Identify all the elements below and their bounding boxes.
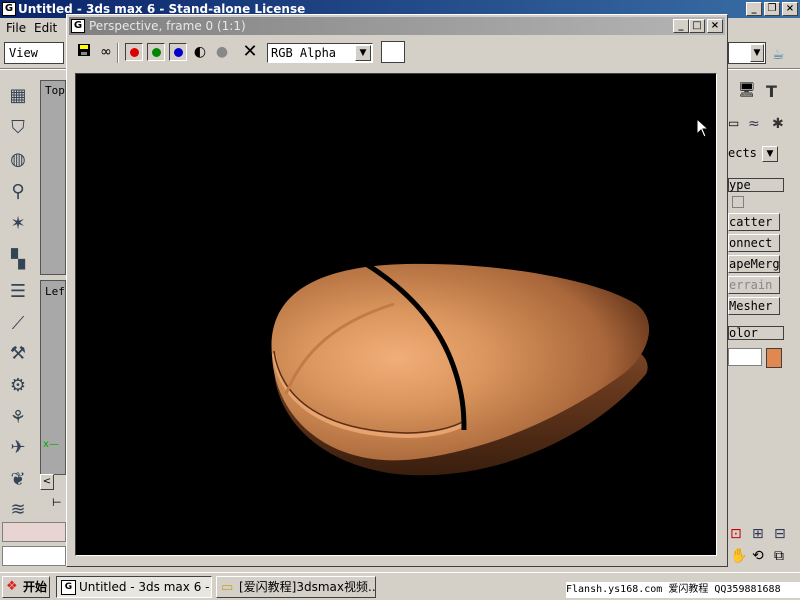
app-icon[interactable]: G [2, 2, 16, 16]
close-icon[interactable]: × [782, 2, 798, 16]
taskbar-item-folder[interactable]: ▭ [爱闪教程]3dsmax视频... [216, 576, 376, 598]
sphere-icon[interactable]: ◍ [4, 146, 32, 174]
render-title-bar: G Perspective, frame 0 (1:1) _ □ × [69, 17, 725, 35]
gear-icon[interactable]: ⚙ [4, 372, 32, 400]
wrench-icon[interactable]: ⚒ [4, 340, 32, 368]
toolbar-separator [117, 43, 119, 63]
rendered-image[interactable] [75, 73, 717, 556]
star-icon[interactable]: ✶ [4, 210, 32, 238]
blue-channel-icon[interactable] [169, 43, 187, 61]
viewport-left[interactable]: Lef x— [40, 280, 66, 475]
autogrid-checkbox[interactable] [732, 196, 744, 208]
start-button[interactable]: ❖ 开始 [2, 576, 50, 598]
scatter-button[interactable]: catter [728, 213, 780, 231]
object-type-rollout[interactable]: ype [728, 178, 784, 192]
zoom-region-icon[interactable]: ⊡ [730, 526, 748, 544]
viewport-left-label: Lef [45, 285, 65, 298]
windows-logo-icon: ❖ [6, 579, 18, 594]
save-bitmap-icon[interactable] [75, 43, 93, 61]
taskbar-item-label: Untitled - 3ds max 6 - St... [79, 580, 211, 594]
channel-dropdown-value: RGB Alpha [271, 46, 337, 60]
clear-icon[interactable]: ✕ [241, 43, 259, 61]
zoom-all-icon[interactable]: ⊟ [774, 526, 792, 544]
bone-icon[interactable]: ⚘ [4, 404, 32, 432]
monochrome-icon[interactable]: ● [213, 43, 231, 61]
max-app-icon: G [61, 580, 76, 595]
left-toolbar: ▦ ⛉ ◍ ⚲ ✶ ▚ ☰ ⟋ ⚒ ⚙ ⚘ ✈ ❦ ≋ [0, 72, 40, 522]
systems-icon[interactable]: ✱ [772, 116, 790, 136]
clone-window-icon[interactable]: ∞ [97, 43, 115, 61]
shapemerge-button[interactable]: apeMerge [728, 255, 780, 273]
prompt-field[interactable] [2, 546, 66, 566]
time-slider-icon[interactable]: ⊢ [52, 496, 66, 514]
menu-edit[interactable]: Edit [34, 21, 57, 35]
object-type-header: ype [729, 178, 751, 192]
helicopter-icon[interactable]: ✈ [4, 434, 32, 462]
viewport-top[interactable]: Top [40, 80, 66, 275]
object-color-swatch[interactable] [766, 348, 782, 368]
view-dropdown-value: View [9, 46, 38, 60]
color-swatch[interactable] [381, 41, 405, 63]
cylinder-icon[interactable]: ☰ [4, 278, 32, 306]
chevron-down-icon[interactable]: ▼ [355, 45, 371, 61]
maximize-icon[interactable]: □ [689, 19, 705, 33]
name-color-rollout[interactable]: olor [728, 326, 784, 340]
menu-file[interactable]: File [6, 21, 26, 35]
monitor-icon[interactable]: ▭ [728, 116, 746, 136]
mouse-pointer-icon [696, 118, 710, 138]
pan-hand-icon[interactable]: ✋ [730, 548, 748, 566]
render-window-title: Perspective, frame 0 (1:1) [89, 19, 246, 33]
mesher-button[interactable]: Mesher [728, 297, 780, 315]
red-channel-icon[interactable] [125, 43, 143, 61]
maximize-viewport-icon[interactable]: ⧉ [774, 548, 792, 566]
utility-icon[interactable]: 🖥 [738, 82, 760, 102]
shirt-icon[interactable]: ⛉ [4, 114, 32, 142]
pipe-icon[interactable]: ⟋ [4, 310, 32, 338]
maxscript-listener[interactable] [2, 522, 66, 542]
command-panel: 🖥 T ▭ ≈ ✱ ects ▼ ype catter onnect apeMe… [728, 80, 800, 570]
folder-icon: ▭ [221, 580, 234, 595]
zoom-extents-icon[interactable]: ⊞ [752, 526, 770, 544]
view-dropdown[interactable]: View [4, 42, 64, 64]
chevron-down-icon[interactable]: ▼ [762, 146, 778, 162]
terrain-button[interactable]: errain [728, 276, 780, 294]
connect-button[interactable]: onnect [728, 234, 780, 252]
waves-icon[interactable]: ≋ [4, 496, 32, 524]
minimize-icon[interactable]: _ [746, 2, 762, 16]
teapot-icon[interactable]: ☕ [772, 48, 794, 62]
name-color-header: olor [729, 326, 758, 340]
spacewarp-icon[interactable]: ≈ [748, 116, 766, 136]
viewport-top-label: Top [45, 84, 65, 97]
taskbar-item-3dsmax[interactable]: G Untitled - 3ds max 6 - St... [56, 576, 212, 598]
rendered-mouse-object [271, 261, 650, 476]
scroll-left-icon[interactable]: < [40, 474, 54, 490]
object-type-value: ects [728, 146, 757, 160]
close-icon[interactable]: × [707, 19, 723, 33]
render-window-icon[interactable]: G [71, 19, 85, 33]
restore-icon[interactable]: ❐ [764, 2, 780, 16]
minimize-icon[interactable]: _ [673, 19, 689, 33]
leaf-icon[interactable]: ❦ [4, 466, 32, 494]
mouse-body [271, 263, 650, 461]
alpha-channel-icon[interactable]: ◐ [191, 43, 209, 61]
render-frame-window: G Perspective, frame 0 (1:1) _ □ × ∞ ◐ ●… [66, 14, 728, 567]
create-box-icon[interactable]: ▦ [4, 82, 32, 110]
hammer-icon[interactable]: T [766, 82, 788, 102]
start-label: 开始 [23, 580, 48, 594]
watermark-text: Flansh.ys168.com 爱闪教程 QQ359881688 [566, 582, 800, 598]
torus-knot-icon[interactable]: ⚲ [4, 178, 32, 206]
checker-icon[interactable]: ▚ [4, 246, 32, 274]
object-name-field[interactable] [728, 348, 762, 366]
arc-rotate-icon[interactable]: ⟲ [752, 548, 770, 566]
chevron-down-icon[interactable]: ▼ [750, 44, 764, 62]
taskbar-item-label: [爱闪教程]3dsmax视频... [239, 580, 376, 594]
green-channel-icon[interactable] [147, 43, 165, 61]
axis-icon: x— [43, 439, 59, 450]
